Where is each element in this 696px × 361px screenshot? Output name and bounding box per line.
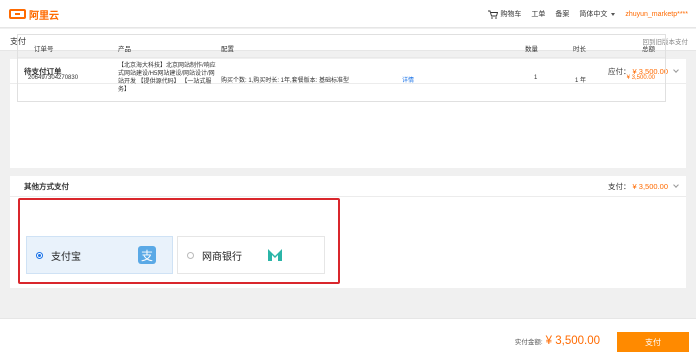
col-product: 产品	[118, 46, 131, 53]
config-detail: 购买个数: 1,购买时长: 1年,套餐版本: 基础标准型	[221, 78, 350, 84]
actual-amount: 实付金额: ¥ 3,500.00	[515, 335, 600, 347]
aliyun-logo[interactable]: 阿里云	[9, 8, 59, 22]
language-dropdown[interactable]: 简体中文	[579, 9, 616, 19]
col-total: 总额	[642, 46, 655, 53]
aliyun-logo-icon	[9, 9, 26, 19]
actual-amount-label: 实付金额:	[514, 339, 543, 346]
alipay-label: 支付宝	[51, 251, 81, 263]
other-payment-title: 其他方式支付	[24, 181, 69, 191]
order-table: 订单号 产品 配置 数量 时长 总额 206497304270830 【北京海大…	[17, 34, 666, 102]
order-table-header: 订单号 产品 配置 数量 时长 总额	[18, 35, 665, 58]
radio-selected[interactable]	[36, 251, 43, 259]
cart-label: 购物车	[500, 11, 522, 18]
pay-value: ¥ 3,500.00	[632, 181, 668, 191]
other-payment-header[interactable]: 其他方式支付 支付： ¥ 3,500.00	[10, 176, 686, 197]
payment-option-mybank[interactable]: 网商银行	[177, 236, 325, 274]
duration-value: 1 年	[575, 78, 587, 84]
cart-link[interactable]: 购物车	[488, 9, 521, 19]
col-duration: 时长	[573, 46, 586, 53]
payment-method-group: 支付宝 支 网商银行	[18, 198, 340, 284]
chevron-down-icon	[611, 12, 616, 16]
top-bar: 阿里云 购物车 工单 备案 简体中文 zhuyun_marketp****	[0, 0, 696, 28]
alipay-icon: 支	[138, 246, 156, 264]
total-value: ¥ 3,500.00	[626, 75, 655, 81]
record-link[interactable]: 备案	[555, 9, 569, 19]
chevron-down-icon[interactable]	[673, 181, 679, 188]
payment-footer: 实付金额: ¥ 3,500.00 支付	[0, 318, 696, 361]
cart-icon	[488, 10, 499, 19]
detail-link[interactable]: 详情	[402, 75, 414, 84]
quantity-value: 1	[534, 75, 538, 81]
col-order-no: 订单号	[34, 46, 54, 53]
radio-unselected[interactable]	[187, 251, 194, 259]
top-nav: 购物车 工单 备案 简体中文 zhuyun_marketp****	[478, 0, 696, 28]
mybank-label: 网商银行	[202, 251, 242, 263]
user-account[interactable]: zhuyun_marketp****	[625, 11, 688, 18]
col-qty: 数量	[525, 46, 538, 53]
mybank-icon	[266, 246, 284, 264]
pay-button[interactable]: 支付	[617, 332, 689, 352]
chevron-down-icon[interactable]	[673, 66, 679, 73]
pay-label: 支付：	[608, 181, 631, 191]
payment-option-alipay[interactable]: 支付宝 支	[26, 236, 173, 274]
order-number: 206497304270830	[28, 75, 79, 81]
language-label: 简体中文	[579, 11, 608, 18]
brand-name: 阿里云	[29, 10, 59, 22]
col-config: 配置	[221, 46, 234, 53]
ticket-link[interactable]: 工单	[531, 9, 545, 19]
pay-amount: 支付： ¥ 3,500.00	[608, 181, 679, 192]
product-name: 【北京海大科技】北京网站制作/响应式网站建设/H5网站建设/网站设计/网站开发 …	[118, 63, 216, 93]
actual-amount-value: ¥ 3,500.00	[545, 335, 600, 347]
table-row: 206497304270830 【北京海大科技】北京网站制作/响应式网站建设/H…	[18, 58, 665, 101]
